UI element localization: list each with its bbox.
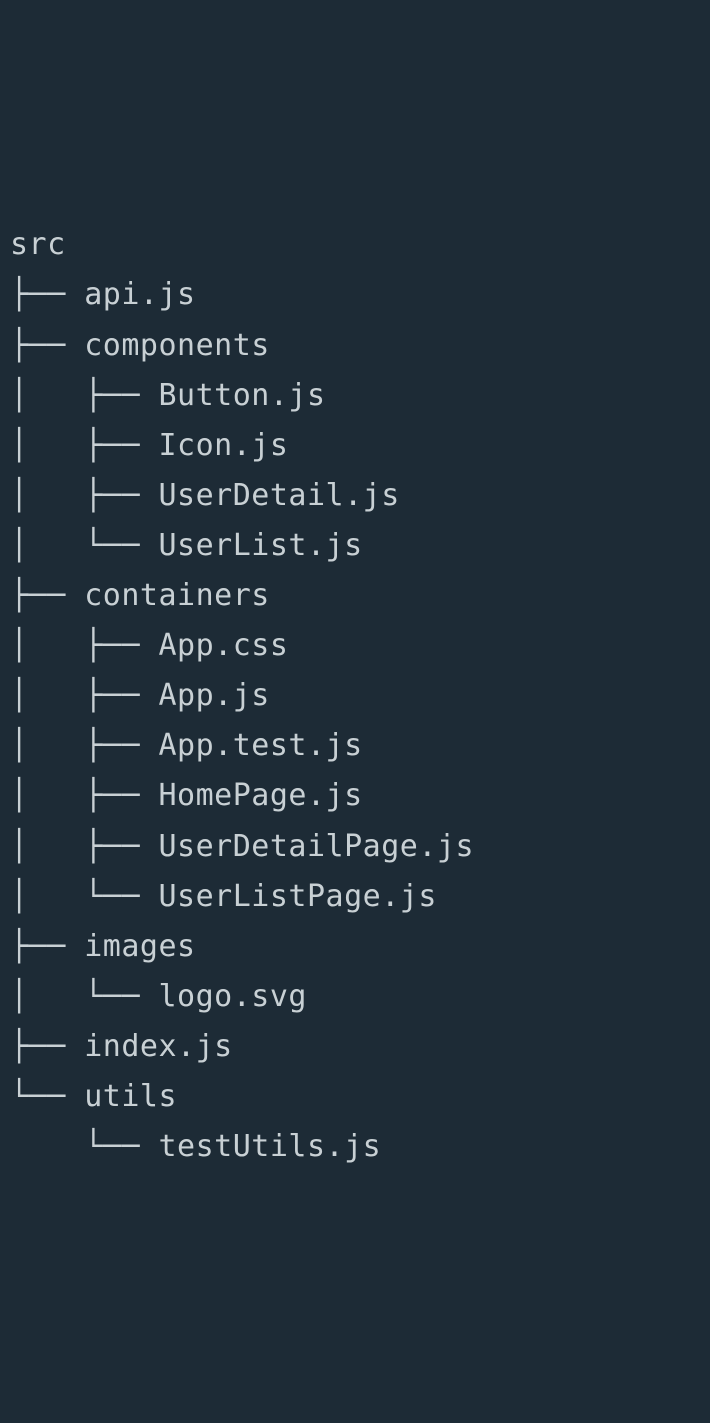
tree-root: src <box>10 220 700 270</box>
tree-file: │ └── UserList.js <box>10 521 700 571</box>
tree-folder: └── utils <box>10 1072 700 1122</box>
tree-file: ├── api.js <box>10 270 700 320</box>
tree-folder: ├── containers <box>10 571 700 621</box>
tree-file: └── testUtils.js <box>10 1122 700 1172</box>
tree-folder: ├── components <box>10 321 700 371</box>
file-tree: src├── api.js├── components│ ├── Button.… <box>10 220 700 1172</box>
tree-file: │ ├── Button.js <box>10 371 700 421</box>
tree-file: │ ├── App.test.js <box>10 721 700 771</box>
tree-file: │ ├── App.css <box>10 621 700 671</box>
tree-file: │ ├── App.js <box>10 671 700 721</box>
tree-file: │ ├── Icon.js <box>10 421 700 471</box>
tree-folder: ├── images <box>10 922 700 972</box>
tree-file: │ └── UserListPage.js <box>10 872 700 922</box>
tree-file: │ ├── UserDetailPage.js <box>10 822 700 872</box>
tree-file: │ ├── HomePage.js <box>10 771 700 821</box>
tree-file: │ └── logo.svg <box>10 972 700 1022</box>
tree-file: ├── index.js <box>10 1022 700 1072</box>
tree-file: │ ├── UserDetail.js <box>10 471 700 521</box>
